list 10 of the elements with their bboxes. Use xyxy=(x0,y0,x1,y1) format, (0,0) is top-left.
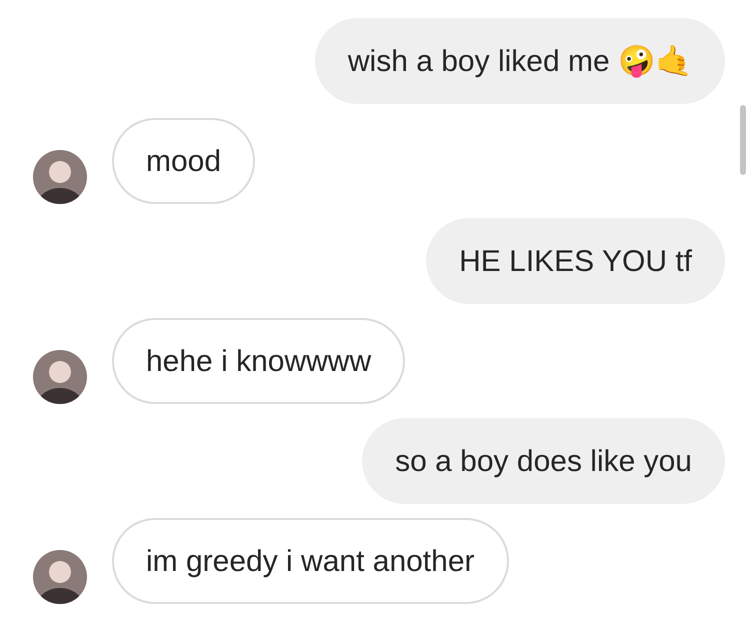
message-bubble: mood xyxy=(112,118,256,204)
message-bubble: hehe i knowwww xyxy=(112,318,406,404)
avatar-icon xyxy=(33,350,87,404)
message-bubble: HE LIKES YOU tf xyxy=(426,218,725,304)
message-bubble: wish a boy liked me 🤪🤙 xyxy=(314,18,725,104)
avatar-icon xyxy=(33,150,87,204)
scrollbar[interactable] xyxy=(740,105,746,175)
message-bubble: so a boy does like you xyxy=(362,418,725,504)
avatar-icon xyxy=(33,550,87,604)
message-bubble: im greedy i want another xyxy=(112,518,509,604)
